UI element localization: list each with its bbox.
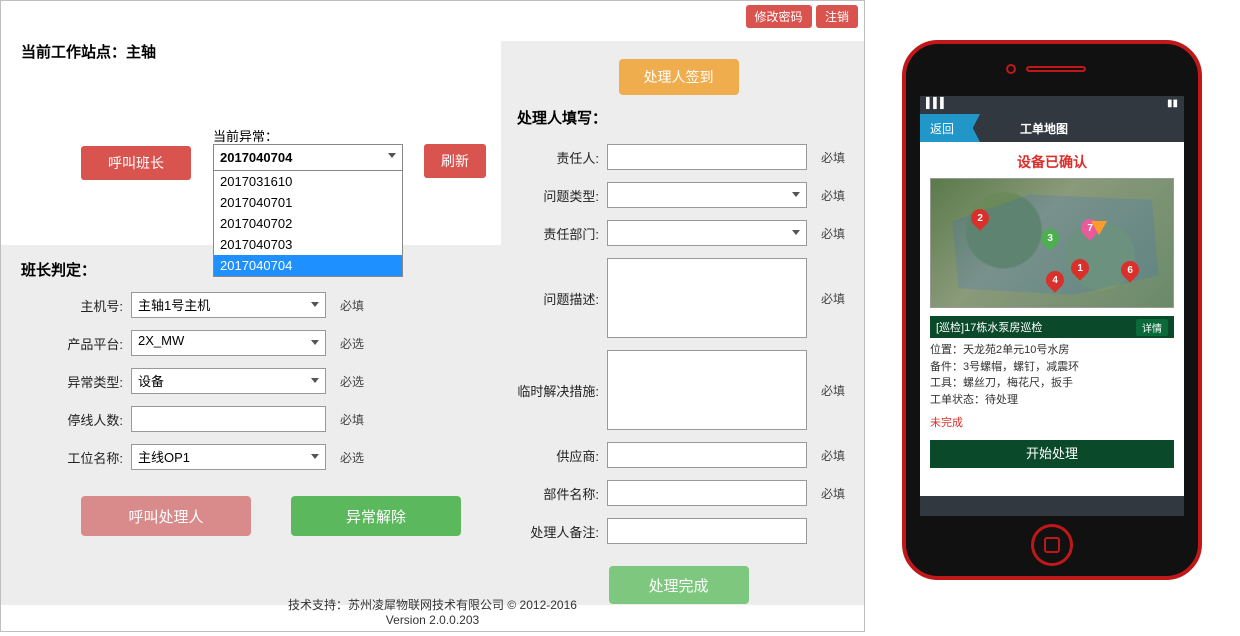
app-header: 返回 工单地图 (920, 114, 1184, 142)
temp-solution-textarea[interactable] (607, 350, 807, 430)
anomaly-dropdown-selected[interactable]: 2017040704 (214, 145, 402, 171)
task-bar: [巡检]17栋水泵房巡检 详情 (930, 316, 1174, 338)
required-tag: 必填 (821, 447, 845, 464)
label-problem-type: 问题类型: (511, 186, 607, 205)
anomaly-dropdown[interactable]: 2017040704 2017031610 2017040701 2017040… (213, 144, 403, 277)
label-platform: 产品平台: (21, 334, 131, 353)
device-confirmed-title: 设备已确认 (920, 142, 1184, 178)
phone-mockup: ▌▌▌ ▮▮ 返回 工单地图 设备已确认 237146 [巡检]17栋水泵房巡检… (902, 40, 1202, 580)
label-problem-desc: 问题描述: (511, 289, 607, 308)
task-detail-line: 备件：3号螺帽，螺钉，减震环 (930, 359, 1174, 376)
phone-screen-footer (920, 496, 1184, 516)
handler-fill-panel: 处理人签到 处理人填写： 责任人: 必填 问题类型: 必填 责任部门: 必填 问… (501, 41, 864, 605)
label-station-name: 工位名称: (21, 448, 131, 467)
phone-screen: ▌▌▌ ▮▮ 返回 工单地图 设备已确认 237146 [巡检]17栋水泵房巡检… (920, 96, 1184, 516)
footer-support: 技术支持：苏州凌犀物联网技术有限公司 © 2012-2016 (1, 598, 864, 614)
label-anomaly-type: 异常类型: (21, 372, 131, 391)
label-handler-remark: 处理人备注: (511, 522, 607, 541)
chevron-down-icon (388, 153, 396, 158)
logout-button[interactable]: 注销 (816, 5, 858, 28)
start-processing-button[interactable]: 开始处理 (930, 440, 1174, 468)
required-tag: 必选 (340, 449, 364, 466)
phone-top-bezel (906, 44, 1198, 90)
label-responsible-dept: 责任部门: (511, 224, 607, 243)
change-password-button[interactable]: 修改密码 (746, 5, 812, 28)
task-bar-label: [巡检]17栋水泵房巡检 (936, 319, 1042, 335)
refresh-button[interactable]: 刷新 (424, 144, 486, 178)
monitor-judgement-panel: 班长判定： 主机号: 主轴1号主机 必填 产品平台: 2X_MW 必选 异常类型… (1, 245, 501, 605)
phone-status-bar: ▌▌▌ ▮▮ (920, 96, 1184, 114)
current-location-icon (1091, 221, 1107, 235)
required-tag: 必填 (340, 297, 364, 314)
responsible-input[interactable] (607, 144, 807, 170)
current-anomaly-label: 当前异常： (213, 126, 278, 145)
footer: 技术支持：苏州凌犀物联网技术有限公司 © 2012-2016 Version 2… (1, 598, 864, 629)
battery-icon: ▮▮ (1167, 98, 1178, 112)
label-temp-solution: 临时解决措施: (511, 381, 607, 400)
app-title: 工单地图 (1020, 120, 1068, 137)
anomaly-option[interactable]: 2017040701 (214, 192, 402, 213)
label-host: 主机号: (21, 296, 131, 315)
stopped-count-input[interactable] (131, 406, 326, 432)
footer-version: Version 2.0.0.203 (1, 613, 864, 629)
task-detail-line: 工具：螺丝刀，梅花尺，扳手 (930, 375, 1174, 392)
topbar: 修改密码 注销 (1, 1, 864, 29)
call-handler-button[interactable]: 呼叫处理人 (81, 496, 251, 536)
home-square-icon (1044, 537, 1060, 553)
supplier-input[interactable] (607, 442, 807, 468)
phone-bottom-bezel (906, 520, 1198, 570)
problem-desc-textarea[interactable] (607, 258, 807, 338)
required-tag: 必选 (340, 335, 364, 352)
anomaly-option[interactable]: 2017031610 (214, 171, 402, 192)
required-tag: 必填 (821, 187, 845, 204)
required-tag: 必填 (821, 290, 845, 307)
anomaly-option[interactable]: 2017040702 (214, 213, 402, 234)
required-tag: 必选 (340, 373, 364, 390)
required-tag: 必填 (821, 382, 845, 399)
station-name-select[interactable]: 主线OP1 (131, 444, 326, 470)
part-name-input[interactable] (607, 480, 807, 506)
host-select[interactable]: 主轴1号主机 (131, 292, 326, 318)
signal-icon: ▌▌▌ (926, 98, 947, 112)
required-tag: 必填 (821, 485, 845, 502)
task-details: 位置：天龙苑2单元10号水房 备件：3号螺帽，螺钉，减震环 工具：螺丝刀，梅花尺… (930, 342, 1174, 408)
form-row-host: 主机号: 主轴1号主机 必填 (21, 292, 483, 318)
camera-icon (1006, 64, 1016, 74)
handler-fill-title: 处理人填写： (511, 99, 846, 132)
form-row-anomaly-type: 异常类型: 设备 必选 (21, 368, 483, 394)
task-detail-line: 位置：天龙苑2单元10号水房 (930, 342, 1174, 359)
desktop-app-window: 修改密码 注销 当前工作站点：主轴 呼叫班长 当前异常： 2017040704 … (0, 0, 865, 632)
handler-signin-button[interactable]: 处理人签到 (619, 59, 739, 95)
required-tag: 必填 (821, 149, 845, 166)
ticket-map[interactable]: 237146 (930, 178, 1174, 308)
anomaly-selected-value: 2017040704 (220, 150, 292, 165)
back-button[interactable]: 返回 (920, 114, 980, 142)
anomaly-option-highlighted[interactable]: 2017040704 (214, 255, 402, 276)
task-detail-line: 工单状态：待处理 (930, 392, 1174, 409)
label-part-name: 部件名称: (511, 484, 607, 503)
task-status-pending: 未完成 (930, 414, 1184, 430)
required-tag: 必填 (821, 225, 845, 242)
responsible-dept-select[interactable] (607, 220, 807, 246)
speaker-icon (1026, 66, 1086, 72)
anomaly-type-select[interactable]: 设备 (131, 368, 326, 394)
form-row-platform: 产品平台: 2X_MW 必选 (21, 330, 483, 356)
problem-type-select[interactable] (607, 182, 807, 208)
form-row-stopped-count: 停线人数: 必填 (21, 406, 483, 432)
clear-anomaly-button[interactable]: 异常解除 (291, 496, 461, 536)
label-responsible: 责任人: (511, 148, 607, 167)
required-tag: 必填 (340, 411, 364, 428)
platform-select[interactable]: 2X_MW (131, 330, 326, 356)
label-stopped-count: 停线人数: (21, 410, 131, 429)
form-row-station-name: 工位名称: 主线OP1 必选 (21, 444, 483, 470)
task-detail-button[interactable]: 详情 (1136, 319, 1168, 336)
label-supplier: 供应商: (511, 446, 607, 465)
handler-remark-input[interactable] (607, 518, 807, 544)
anomaly-option[interactable]: 2017040703 (214, 234, 402, 255)
call-monitor-button[interactable]: 呼叫班长 (81, 146, 191, 180)
